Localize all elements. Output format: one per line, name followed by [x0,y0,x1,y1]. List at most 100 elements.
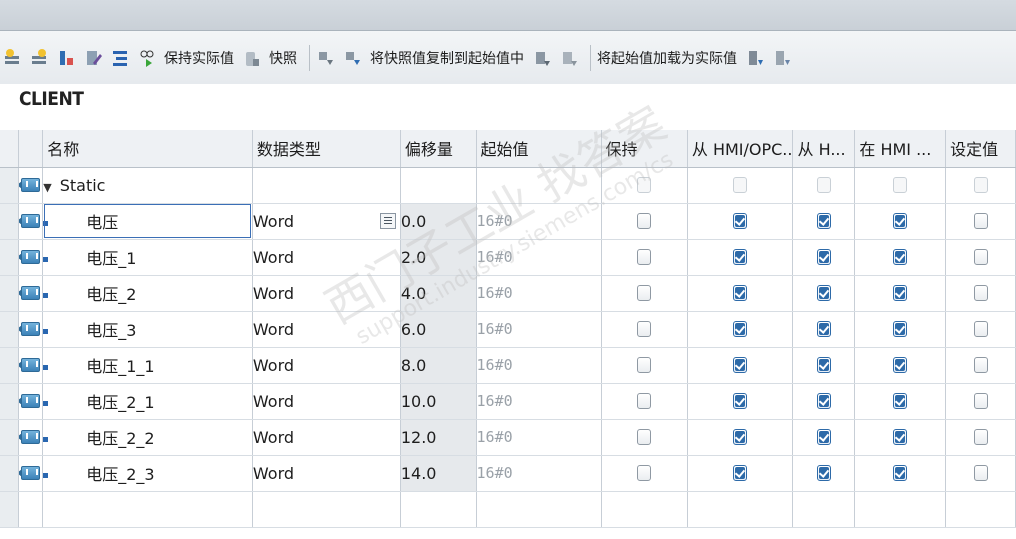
in-hmi-checkbox[interactable] [893,285,908,301]
setpoint-cell[interactable] [945,275,1016,312]
datatype-cell[interactable] [252,167,401,204]
in-hmi-checkbox[interactable] [893,429,908,445]
retain-cell[interactable] [601,491,688,528]
setpoint-cell[interactable] [945,167,1016,204]
datatype-picker-icon[interactable] [379,212,396,229]
from-h-checkbox[interactable] [816,213,831,229]
start-value-cell[interactable] [476,167,602,204]
name-cell[interactable]: 电压_2_1 [42,383,253,420]
datatype-cell[interactable]: Word [252,383,401,420]
in-hmi-cell[interactable] [854,203,947,240]
list-view-icon[interactable] [110,46,130,70]
row-gutter[interactable] [0,167,20,204]
start-value-cell[interactable]: 16#0 [476,275,602,312]
copy-snapshot-all-icon[interactable] [343,46,363,70]
from-hmi-opc-checkbox[interactable] [733,465,748,481]
from-hmi-opc-checkbox[interactable] [733,249,748,265]
row-gutter[interactable] [0,311,20,348]
name-cell[interactable]: 电压_2_3 [42,455,253,492]
setpoint-checkbox[interactable] [973,285,988,301]
start-value-cell[interactable]: 16#0 [476,383,602,420]
load-start-as-actual-button[interactable]: 将起始值加载为实际值 [597,48,737,68]
from-hmi-opc-cell[interactable] [687,203,794,240]
collapse-arrow-icon[interactable]: ▼ [43,181,51,194]
from-h-cell[interactable] [792,347,856,384]
in-hmi-cell[interactable] [854,491,947,528]
in-hmi-cell[interactable] [854,275,947,312]
retain-cell[interactable] [601,419,688,456]
in-hmi-checkbox[interactable] [893,393,908,409]
name-cell[interactable] [42,491,253,528]
download-actual-all-icon[interactable] [772,46,792,70]
column-header-offset[interactable]: 偏移量 [400,130,477,168]
setpoint-checkbox[interactable] [973,465,988,481]
in-hmi-cell[interactable] [854,311,947,348]
datatype-cell[interactable]: Word [252,347,401,384]
in-hmi-checkbox[interactable] [893,321,908,337]
row-gutter[interactable] [0,239,20,276]
add-row-icon[interactable] [29,46,49,70]
row-gutter[interactable] [0,383,20,420]
from-hmi-opc-checkbox[interactable] [733,177,748,193]
from-hmi-opc-checkbox[interactable] [733,393,748,409]
retain-checkbox[interactable] [637,393,652,409]
insert-row-icon[interactable] [2,46,22,70]
copy-snapshot-to-start-button[interactable]: 将快照值复制到起始值中 [370,48,524,68]
in-hmi-checkbox[interactable] [893,249,908,265]
in-hmi-checkbox[interactable] [893,357,908,373]
start-value-cell[interactable]: 16#0 [476,347,602,384]
from-h-cell[interactable] [792,275,856,312]
load-start-icon[interactable] [532,46,552,70]
column-header-retain[interactable]: 保持 [601,130,688,168]
table-row[interactable]: 电压_2_2 Word 12.0 16#0 [0,419,1016,456]
from-hmi-opc-checkbox[interactable] [733,321,748,337]
in-hmi-checkbox[interactable] [893,213,908,229]
retain-cell[interactable] [601,347,688,384]
monitor-icon[interactable] [137,46,157,70]
row-gutter[interactable] [0,275,20,312]
setpoint-cell[interactable] [945,311,1016,348]
copy-snapshot-icon[interactable] [316,46,336,70]
retain-cell[interactable] [601,311,688,348]
retain-checkbox[interactable] [637,285,652,301]
datatype-cell[interactable]: Word [252,203,401,240]
retain-checkbox[interactable] [637,321,652,337]
from-hmi-opc-cell[interactable] [687,491,794,528]
retain-cell[interactable] [601,455,688,492]
empty-add-row[interactable] [0,491,1016,528]
in-hmi-checkbox[interactable] [893,177,908,193]
row-gutter[interactable] [0,491,20,528]
from-hmi-opc-cell[interactable] [687,419,794,456]
name-cell[interactable]: 电压_2 [42,275,253,312]
in-hmi-cell[interactable] [854,167,947,204]
from-h-cell[interactable] [792,383,856,420]
setpoint-checkbox[interactable] [973,357,988,373]
in-hmi-cell[interactable] [854,383,947,420]
setpoint-cell[interactable] [945,347,1016,384]
from-hmi-opc-checkbox[interactable] [733,429,748,445]
from-hmi-opc-cell[interactable] [687,347,794,384]
start-value-cell[interactable]: 16#0 [476,419,602,456]
from-h-cell[interactable] [792,203,856,240]
table-row[interactable]: 电压_1 Word 2.0 16#0 [0,239,1016,276]
setpoint-cell[interactable] [945,203,1016,240]
retain-cell[interactable] [601,167,688,204]
in-hmi-cell[interactable] [854,419,947,456]
table-row[interactable]: 电压 Word 0.0 16#0 [0,203,1016,240]
from-h-checkbox[interactable] [816,465,831,481]
table-row[interactable]: 电压_2 Word 4.0 16#0 [0,275,1016,312]
in-hmi-cell[interactable] [854,347,947,384]
row-gutter[interactable] [0,455,20,492]
setpoint-cell[interactable] [945,491,1016,528]
table-row[interactable]: 电压_2_3 Word 14.0 16#0 [0,455,1016,492]
section-name-cell[interactable]: ▼ Static [42,167,253,204]
from-h-cell[interactable] [792,491,856,528]
setpoint-checkbox[interactable] [973,393,988,409]
setpoint-checkbox[interactable] [973,177,988,193]
edit-icon[interactable] [83,46,103,70]
from-h-cell[interactable] [792,419,856,456]
from-h-cell[interactable] [792,455,856,492]
row-gutter[interactable] [0,203,20,240]
from-h-checkbox[interactable] [816,249,831,265]
from-hmi-opc-cell[interactable] [687,167,794,204]
